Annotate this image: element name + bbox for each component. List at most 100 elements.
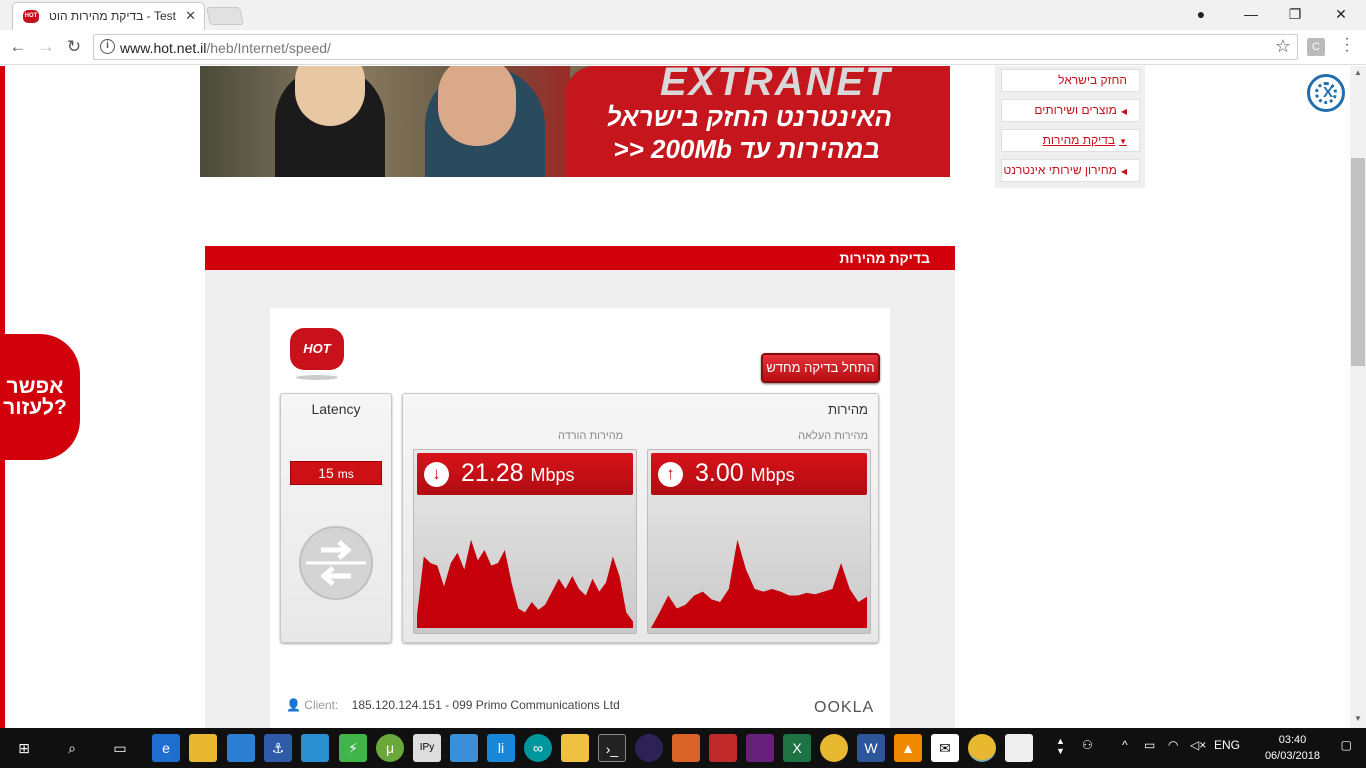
clock[interactable]: 03:40 06/03/2018 <box>1265 732 1320 764</box>
restart-test-button[interactable]: התחל בדיקה מחדש <box>761 353 880 383</box>
page-content: אפשר לעזור? EXTRANET האינטרנט החזק בישרא… <box>0 66 1350 728</box>
wifi-icon[interactable]: ◠ <box>1168 738 1178 752</box>
latency-unit: ms <box>337 467 354 481</box>
url-text: www.hot.net.il/heb/Internet/speed/ <box>120 40 331 56</box>
download-speed: 21.28 Mbps <box>461 458 575 490</box>
nav-label: מחירון שירותי אינטרנט <box>1003 163 1117 177</box>
download-unit: Mbps <box>530 465 575 485</box>
excel-icon[interactable]: X <box>783 734 811 762</box>
upload-bar: ↑ 3.00 Mbps <box>651 453 867 495</box>
search-icon[interactable]: ⌕ <box>58 734 86 762</box>
terminal-icon[interactable]: ›_ <box>598 734 626 762</box>
client-info: 👤 Client: 185.120.124.151 - 099 Primo Co… <box>286 698 686 714</box>
close-window-button[interactable]: ✕ <box>1318 0 1364 30</box>
side-navigation: החזק בישראל ◀מוצרים ושירותים ▼בדיקת מהיר… <box>995 66 1145 188</box>
logo-shadow <box>296 375 338 380</box>
browser-menu-icon[interactable]: · · · <box>1342 31 1352 59</box>
scroll-down-icon[interactable]: ▼ <box>1354 714 1362 723</box>
download-area-series <box>417 539 633 628</box>
arduino-icon[interactable]: ∞ <box>524 734 552 762</box>
close-tab-icon[interactable]: ✕ <box>185 8 196 24</box>
mail-icon[interactable]: ✉ <box>931 734 959 762</box>
caret-left-icon: ◀ <box>1120 167 1127 176</box>
download-gauge: ↓ 21.28 Mbps <box>413 449 637 634</box>
promo-banner[interactable]: EXTRANET האינטרנט החזק בישראל במהירות עד… <box>200 66 950 177</box>
task-view-icon[interactable]: ▭ <box>106 734 134 762</box>
address-bar[interactable]: i www.hot.net.il/heb/Internet/speed/ ☆ <box>93 34 1298 60</box>
help-line2: לעזור? <box>3 396 67 419</box>
ping-arrows-icon <box>299 526 373 600</box>
nav-item-speedtest[interactable]: ▼בדיקת מהירות <box>1001 129 1140 152</box>
browser-tab[interactable]: HOT בדיקת מהירות הוט - Test ✕ <box>12 2 205 30</box>
info-icon[interactable]: i <box>100 39 115 54</box>
profile-icon[interactable]: ● <box>1178 0 1224 30</box>
hot-logo-text: HOT <box>290 328 344 370</box>
notification-icon[interactable]: ▢ <box>1341 738 1352 752</box>
visual-studio-icon[interactable] <box>746 734 774 762</box>
chrome-icon[interactable] <box>820 734 848 762</box>
banner-line2: במהירות עד 200Mb << <box>613 134 880 164</box>
bookmark-star-icon[interactable]: ☆ <box>1275 36 1291 57</box>
tab-title: בדיקת מהירות הוט - Test <box>49 9 176 23</box>
app-grid-icon[interactable] <box>709 734 737 762</box>
battery-icon[interactable]: ▭ <box>1144 738 1155 752</box>
app-anchor-icon[interactable]: ⚓ <box>264 734 292 762</box>
language-indicator[interactable]: ENG <box>1214 738 1240 752</box>
forward-icon[interactable]: → <box>35 36 57 58</box>
extension-icon[interactable]: C <box>1307 38 1325 56</box>
page-scrollbar[interactable]: ▲ ▼ <box>1350 66 1366 728</box>
upload-value: 3.00 <box>695 459 744 487</box>
nav-label: בדיקת מהירות <box>1042 133 1116 147</box>
reload-icon[interactable]: ↻ <box>63 36 85 58</box>
minimize-button[interactable]: — <box>1228 0 1274 30</box>
nav-item-products[interactable]: ◀מוצרים ושירותים <box>1001 99 1140 122</box>
people-icon[interactable]: ⚇ <box>1082 738 1093 752</box>
start-icon[interactable]: ⊞ <box>10 734 38 762</box>
file-explorer-icon[interactable] <box>189 734 217 762</box>
app-monitor-icon[interactable] <box>301 734 329 762</box>
word-icon[interactable]: W <box>857 734 885 762</box>
nav-label: מוצרים ושירותים <box>1034 103 1117 117</box>
store-icon[interactable] <box>227 734 255 762</box>
new-tab-button[interactable] <box>206 7 244 25</box>
eclipse-icon[interactable] <box>635 734 663 762</box>
scroll-thumb[interactable] <box>1351 158 1365 366</box>
download-label: מהירות הורדה <box>558 430 624 442</box>
latency-box: Latency 15 ms <box>280 393 392 643</box>
banner-brand: EXTRANET <box>660 66 892 104</box>
accessibility-icon[interactable]: X <box>1307 74 1345 112</box>
tray-chevron-icon[interactable]: ^ <box>1122 738 1128 752</box>
tray-scroll-icon[interactable]: ▲ ▼ <box>1056 736 1065 756</box>
banner-face-2 <box>438 66 516 146</box>
upload-chart <box>651 539 867 628</box>
restore-button[interactable]: ❐ <box>1272 0 1318 30</box>
volume-icon[interactable]: ◁× <box>1190 738 1206 752</box>
section-header: בדיקת מהירות <box>205 246 955 270</box>
latency-label: Latency <box>311 401 361 417</box>
app-card-icon[interactable] <box>450 734 478 762</box>
browser-toolbar: ← → ↻ i www.hot.net.il/heb/Internet/spee… <box>0 30 1366 65</box>
browser-titlebar: HOT בדיקת מהירות הוט - Test ✕ ● — ❐ ✕ <box>0 0 1366 30</box>
back-icon[interactable]: ← <box>7 36 29 58</box>
vlc-icon[interactable]: ▲ <box>894 734 922 762</box>
banner-line1: האינטרנט החזק בישראל <box>606 102 892 132</box>
scroll-up-icon[interactable]: ▲ <box>1354 68 1362 77</box>
python-icon[interactable] <box>561 734 589 762</box>
client-value: 185.120.124.151 - 099 Primo Communicatio… <box>351 698 620 712</box>
edge-icon[interactable]: e <box>152 734 180 762</box>
favicon-icon: HOT <box>23 10 39 23</box>
clock-time: 03:40 <box>1278 734 1307 746</box>
nav-item-pricelist[interactable]: ◀מחירון שירותי אינטרנט <box>1001 159 1140 182</box>
ipy-icon[interactable]: IPy <box>413 734 441 762</box>
clock-date: 06/03/2018 <box>1264 750 1320 762</box>
app-li-icon[interactable]: li <box>487 734 515 762</box>
upload-unit: Mbps <box>750 465 795 485</box>
matlab-icon[interactable] <box>672 734 700 762</box>
upload-gauge: ↑ 3.00 Mbps <box>647 449 871 634</box>
app-dots-icon[interactable] <box>1005 734 1033 762</box>
app-bolt-icon[interactable]: ⚡ <box>339 734 367 762</box>
help-tab[interactable]: אפשר לעזור? <box>0 334 80 460</box>
utorrent-icon[interactable]: μ <box>376 734 404 762</box>
chrome-active-icon[interactable] <box>968 734 996 762</box>
nav-item-strong[interactable]: החזק בישראל <box>1001 69 1140 92</box>
